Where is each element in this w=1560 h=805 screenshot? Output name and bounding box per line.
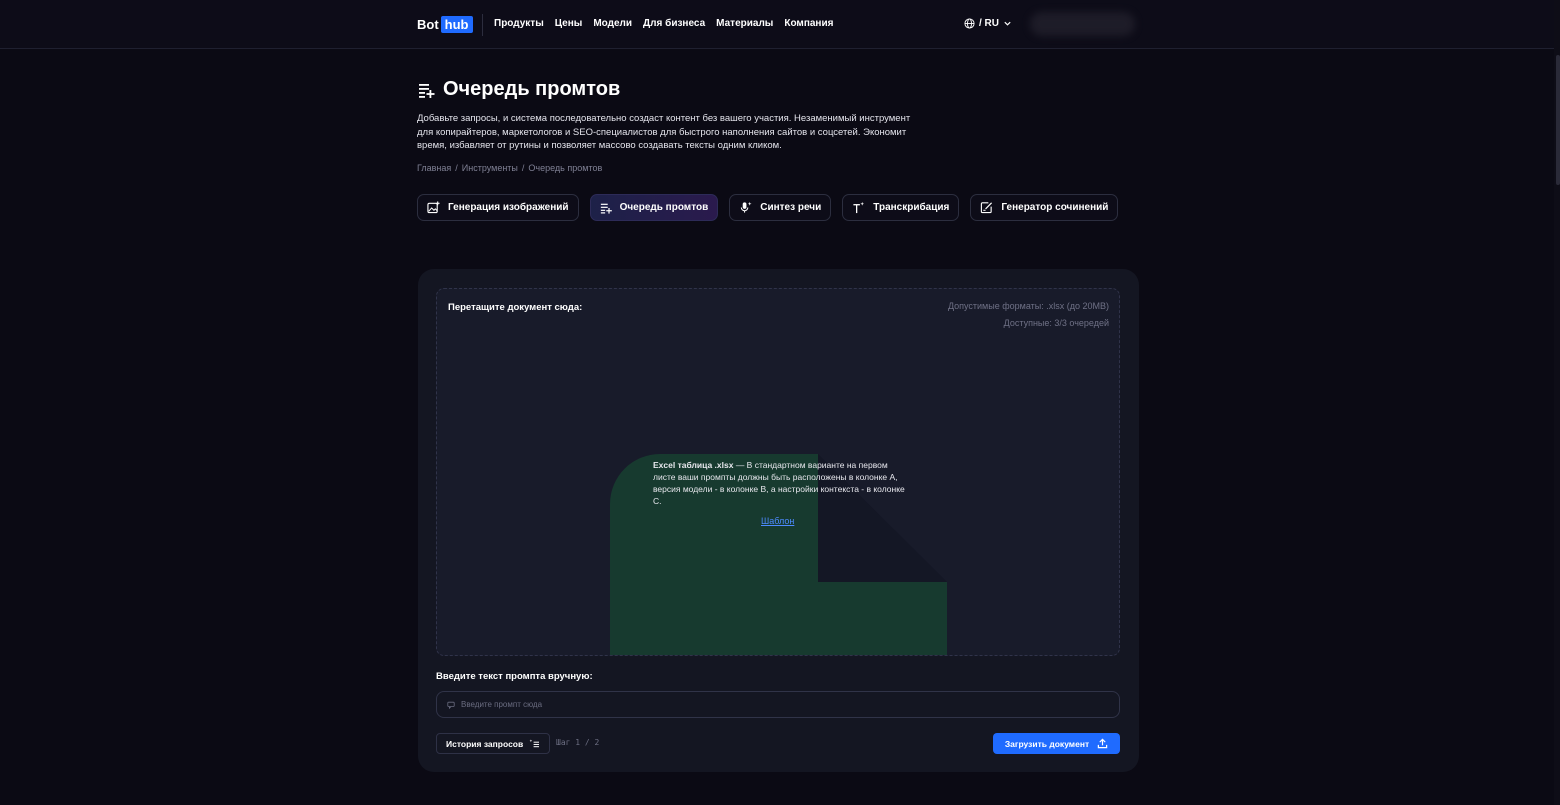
list-sparkle-icon [529, 739, 540, 748]
image-plus-icon [427, 201, 440, 214]
logo-hub-badge: hub [440, 16, 473, 33]
manual-prompt-label: Введите текст промпта вручную: [436, 671, 593, 682]
tool-tabs: Генерация изображений Очередь промтов Си… [417, 194, 1119, 221]
tab-image-generation[interactable]: Генерация изображений [417, 194, 579, 221]
dropzone-instructions: Excel таблица .xlsx — В стандартном вари… [653, 459, 905, 507]
nav-prices[interactable]: Цены [555, 18, 583, 29]
tab-label: Генерация изображений [448, 202, 569, 213]
page-title: Очередь промтов [443, 78, 621, 100]
breadcrumb-home[interactable]: Главная [417, 163, 451, 173]
upload-document-button[interactable]: Загрузить документ [993, 733, 1120, 754]
breadcrumb-separator: / [521, 163, 525, 173]
language-selector[interactable]: / RU [964, 18, 1012, 29]
breadcrumb-tools[interactable]: Инструменты [462, 163, 518, 173]
logo[interactable]: Bot hub [417, 16, 473, 33]
nav-company[interactable]: Компания [784, 18, 833, 29]
tab-transcription[interactable]: Транскрибация [842, 194, 960, 221]
tab-label: Очередь промтов [619, 202, 709, 213]
dropzone-available-queues: Доступные: 3/3 очередей [1003, 318, 1109, 328]
tab-essay-generator[interactable]: Генератор сочинений [970, 194, 1119, 221]
page-title-row: Очередь промтов [417, 78, 620, 101]
nav-models[interactable]: Модели [593, 18, 632, 29]
dropzone-title: Перетащите документ сюда: [448, 302, 583, 313]
dropzone-formats: Допустимые форматы: .xlsx (до 20MB) [947, 301, 1109, 311]
breadcrumb: Главная / Инструменты / Очередь промтов [417, 163, 602, 173]
main-nav: Продукты Цены Модели Для бизнеса Материа… [494, 18, 833, 29]
scrollbar-thumb[interactable] [1556, 55, 1560, 185]
queue-list-icon [419, 83, 435, 98]
tab-prompt-queue[interactable]: Очередь промтов [589, 194, 719, 221]
upload-icon [1097, 738, 1108, 749]
chevron-down-icon [1004, 21, 1011, 26]
tab-label: Синтез речи [760, 202, 822, 213]
document-dropzone[interactable]: Перетащите документ сюда: Допустимые фор… [436, 288, 1120, 656]
breadcrumb-separator: / [455, 163, 458, 173]
top-header: Bot hub Продукты Цены Модели Для бизнеса… [0, 0, 1560, 49]
template-link[interactable]: Шаблон [761, 516, 794, 526]
page-scrollbar[interactable] [1554, 0, 1560, 805]
queue-list-icon [600, 203, 612, 214]
prompt-input-wrapper[interactable] [436, 691, 1120, 718]
prompt-queue-panel: Перетащите документ сюда: Допустимые фор… [418, 269, 1139, 772]
step-indicator: Шаг 1 / 2 [556, 738, 600, 747]
chat-icon [447, 701, 455, 709]
prompt-input[interactable] [461, 700, 1101, 709]
dropzone-instructions-bold: Excel таблица .xlsx [653, 460, 734, 470]
microphone-sparkle-icon [741, 201, 752, 213]
edit-note-icon [981, 202, 993, 214]
tab-speech-synthesis[interactable]: Синтез речи [729, 194, 832, 221]
language-label: / RU [979, 18, 999, 29]
logo-divider [482, 14, 483, 36]
user-account-blurred[interactable] [1030, 12, 1135, 36]
nav-materials[interactable]: Материалы [716, 18, 773, 29]
globe-icon [964, 18, 975, 29]
tab-label: Генератор сочинений [1001, 202, 1109, 213]
history-button-label: История запросов [446, 738, 524, 749]
upload-button-label: Загрузить документ [1004, 738, 1090, 749]
breadcrumb-current: Очередь промтов [528, 163, 603, 173]
tab-label: Транскрибация [873, 202, 950, 213]
history-button[interactable]: История запросов [436, 733, 551, 754]
page-description: Добавьте запросы, и система последовател… [417, 113, 911, 151]
text-sparkle-icon [853, 201, 865, 214]
logo-bot-text: Bot [417, 17, 439, 32]
nav-products[interactable]: Продукты [494, 18, 544, 29]
nav-business[interactable]: Для бизнеса [643, 18, 705, 29]
